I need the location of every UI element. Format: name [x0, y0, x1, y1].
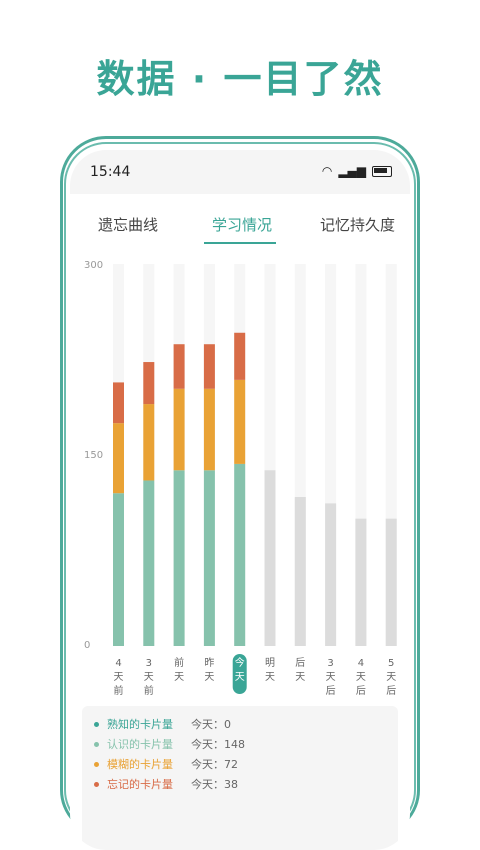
bar-segment	[173, 344, 185, 389]
legend-row-mastered: 熟知的卡片量 今天：0	[94, 716, 231, 732]
x-tick-label[interactable]: 今	[235, 656, 245, 669]
headline: 数据 · 一目了然	[96, 57, 384, 101]
bar-segment	[143, 480, 155, 646]
tab-study-status[interactable]: 学习情况	[212, 214, 272, 235]
bar-segment	[173, 470, 185, 646]
legend-value: 今天：38	[191, 778, 238, 791]
x-tick-label[interactable]: 天	[144, 672, 154, 683]
legend-row-fuzzy: 模糊的卡片量 今天：72	[94, 756, 238, 772]
legend-label: 认识的卡片量	[107, 738, 173, 751]
phone-screen: 15:44 ◠ ▂▄▆ 遗忘曲线 学习情况 记忆持久度 300 150 0 4天…	[70, 150, 410, 850]
tab-forgetting-curve[interactable]: 遗忘曲线	[98, 214, 158, 235]
legend-label: 熟知的卡片量	[107, 718, 173, 731]
tab-memory-durability[interactable]: 记忆持久度	[320, 214, 395, 235]
x-tick-label[interactable]: 后	[386, 685, 396, 697]
legend-dot	[94, 761, 99, 767]
bar-future	[264, 470, 276, 646]
legend-value: 今天：148	[191, 738, 245, 751]
x-tick-label[interactable]: 天	[356, 672, 366, 683]
bar-future	[385, 518, 397, 646]
x-tick-label[interactable]: 3	[327, 658, 333, 669]
legend-dot	[94, 741, 99, 747]
x-tick-label[interactable]: 前	[114, 684, 124, 697]
bar-segment	[113, 423, 124, 494]
bar-future	[355, 518, 367, 646]
legend-row-forgotten: 忘记的卡片量 今天：38	[94, 776, 238, 792]
x-tick-label[interactable]: 后	[356, 685, 366, 697]
status-bar: 15:44 ◠ ▂▄▆	[70, 150, 410, 194]
bar-segment	[113, 382, 124, 424]
legend-label: 模糊的卡片量	[107, 758, 173, 771]
status-icons: ◠ ▂▄▆	[322, 164, 392, 178]
battery-icon	[372, 165, 392, 177]
x-tick-label[interactable]: 天	[386, 672, 396, 683]
legend-row-known: 认识的卡片量 今天：148	[94, 736, 245, 752]
legend-label: 忘记的卡片量	[107, 778, 173, 791]
x-tick-label[interactable]: 天	[174, 672, 184, 683]
x-tick-label[interactable]: 昨	[204, 657, 214, 669]
x-tick-label[interactable]: 前	[174, 656, 184, 669]
x-tick-label[interactable]: 后	[326, 685, 336, 697]
x-tick-label[interactable]: 天	[204, 672, 214, 683]
bar-segment	[203, 344, 215, 389]
x-tick-label[interactable]: 天	[114, 672, 124, 683]
status-time: 15:44	[90, 164, 131, 180]
x-tick-label[interactable]: 天	[295, 672, 305, 683]
bar-segment	[143, 362, 155, 405]
wifi-icon: ◠	[321, 164, 333, 178]
legend-value: 今天：72	[191, 758, 238, 771]
bar-segment	[173, 388, 185, 471]
tab-bar: 遗忘曲线 学习情况 记忆持久度	[70, 208, 410, 244]
x-tick-label[interactable]: 天	[235, 672, 245, 683]
bar-segment	[234, 379, 246, 464]
x-tick-label[interactable]: 4	[358, 658, 364, 669]
active-tab-indicator	[204, 242, 276, 244]
legend-value: 今天：0	[191, 718, 231, 731]
legend-dot	[94, 781, 99, 787]
bar-segment	[143, 404, 155, 481]
bar-segment	[234, 463, 246, 646]
x-tick-label[interactable]: 后	[295, 657, 305, 669]
x-tick-label[interactable]: 天	[326, 672, 336, 683]
bar-segment	[234, 332, 246, 380]
signal-icon: ▂▄▆	[338, 164, 366, 178]
bar-plot: 4天前3天前前天昨天今天明天后天3天后4天后5天后	[113, 264, 397, 697]
x-tick-label[interactable]: 前	[144, 684, 154, 697]
bar-segment	[203, 470, 215, 646]
x-tick-label[interactable]: 3	[146, 658, 152, 669]
x-tick-label[interactable]: 天	[265, 672, 275, 683]
legend-dot	[94, 721, 99, 727]
bar-future	[294, 497, 306, 646]
bar-future	[325, 503, 337, 646]
bar-segment	[113, 493, 124, 646]
study-chart: 300 150 0 4天前3天前前天昨天今天明天后天3天后4天后5天后	[70, 250, 410, 710]
x-tick-label[interactable]: 明	[265, 657, 275, 669]
x-tick-label[interactable]: 4	[115, 658, 121, 669]
legend-panel: 熟知的卡片量 今天：0 认识的卡片量 今天：148 模糊的卡片量 今天：72 忘…	[82, 706, 398, 850]
x-tick-label[interactable]: 5	[388, 658, 394, 669]
bar-segment	[203, 388, 215, 471]
